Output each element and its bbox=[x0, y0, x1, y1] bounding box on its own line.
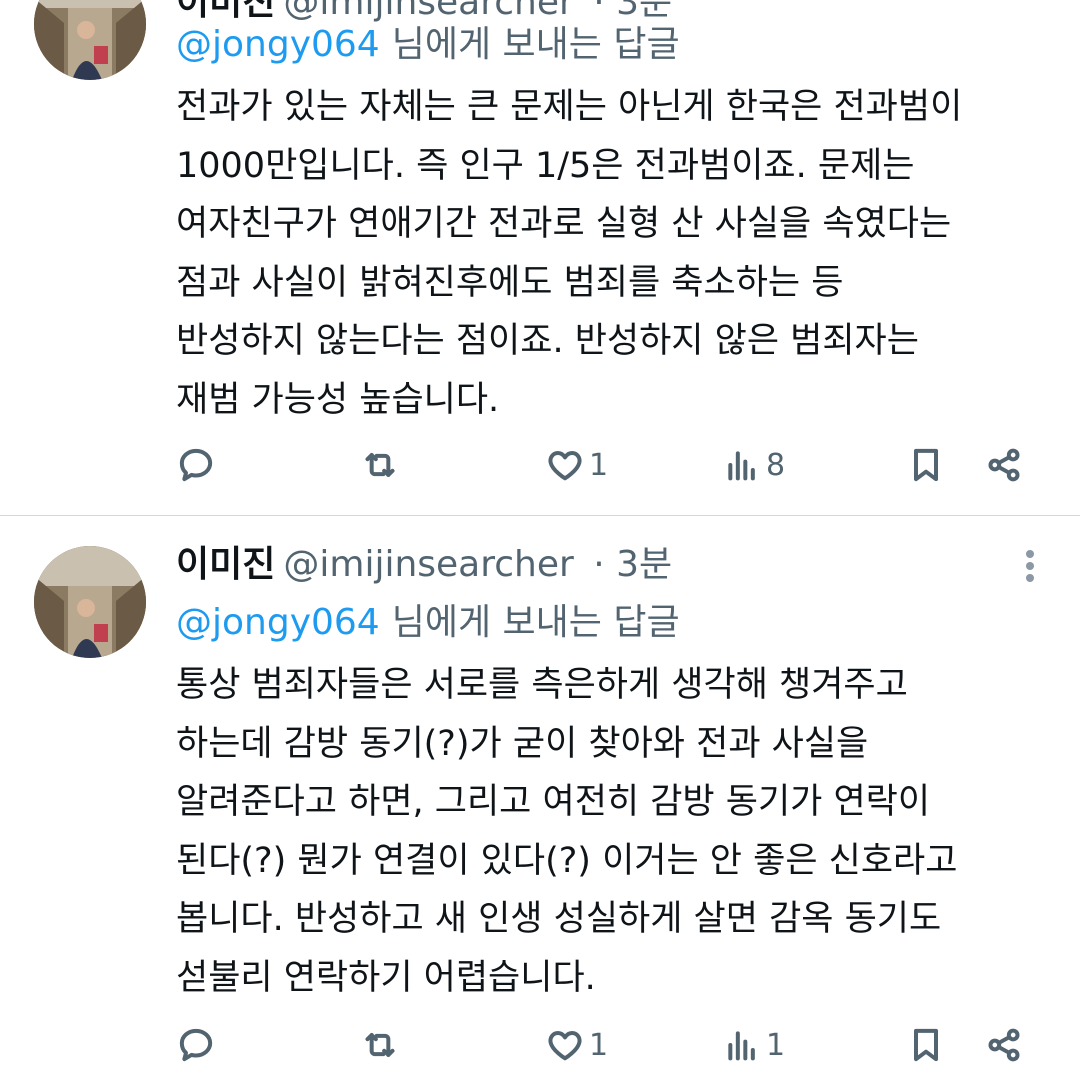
tweet-text-line: 반성하지 않는다는 점이죠. 반성하지 않은 범죄자는 bbox=[176, 321, 919, 361]
like-button[interactable]: 1 bbox=[545, 1020, 608, 1070]
tweet-text-line: 전과가 있는 자체는 큰 문제는 아닌게 한국은 전과범이 bbox=[176, 87, 963, 127]
share-icon bbox=[988, 1028, 1020, 1062]
tweet-text-line: 봅니다. 반성하고 새 인생 성실하게 살면 감옥 동기도 bbox=[176, 899, 942, 939]
tweet-text: 전과가 있는 자체는 큰 문제는 아닌게 한국은 전과범이 1000만입니다. … bbox=[176, 78, 1056, 429]
like-count: 1 bbox=[589, 447, 609, 483]
retweet-button[interactable] bbox=[360, 1020, 404, 1070]
tweet-text-line: 섣불리 연락하기 어렵습니다. bbox=[176, 957, 596, 998]
reply-icon bbox=[179, 448, 213, 482]
action-bar: 1 8 bbox=[0, 440, 1080, 490]
views-button[interactable]: 1 bbox=[722, 1020, 785, 1070]
handle[interactable]: @imijinsearcher bbox=[283, 544, 573, 585]
heart-icon bbox=[548, 1031, 582, 1061]
avatar-photo bbox=[34, 546, 146, 658]
tweet-text-line: 1000만입니다. 즉 인구 1/5은 전과범이죠. 문제는 bbox=[176, 145, 915, 186]
like-count: 1 bbox=[589, 1027, 609, 1063]
bookmark-button[interactable] bbox=[906, 1020, 946, 1070]
share-button[interactable] bbox=[984, 1020, 1024, 1070]
views-button[interactable]: 8 bbox=[722, 440, 785, 490]
tweet-text-line: 알려준다고 하면, 그리고 여전히 감방 동기가 연락이 bbox=[176, 782, 931, 822]
tweet-1[interactable]: 이미진 @imijinsearcher · 3분 @jongy064 님에게 보내는… bbox=[0, 0, 1080, 515]
reply-context: @jongy064 님에게 보내는 답글 bbox=[176, 20, 680, 70]
bookmark-icon bbox=[914, 448, 938, 482]
display-name[interactable]: 이미진 bbox=[176, 544, 275, 585]
more-options-button[interactable] bbox=[1024, 546, 1036, 586]
reply-suffix: 님에게 보내는 답글 bbox=[391, 24, 680, 65]
more-dots-icon bbox=[1026, 550, 1034, 558]
heart-icon bbox=[548, 451, 582, 481]
reply-suffix: 님에게 보내는 답글 bbox=[391, 602, 680, 643]
retweet-button[interactable] bbox=[360, 440, 404, 490]
tweet-text-line: 재범 가능성 높습니다. bbox=[176, 379, 500, 420]
reply-icon bbox=[179, 1028, 213, 1062]
tweet-2[interactable]: 이미진 @imijinsearcher · 3분 @jongy064 님에게 보내는… bbox=[0, 516, 1080, 1080]
views-icon bbox=[728, 1031, 755, 1061]
timestamp[interactable]: · 3분 bbox=[593, 544, 672, 585]
reply-button[interactable] bbox=[176, 1020, 220, 1070]
tweet-text-line: 하는데 감방 동기(?)가 굳이 찾아와 전과 사실을 bbox=[176, 723, 869, 764]
action-bar: 1 1 bbox=[0, 1020, 1080, 1070]
bookmark-icon bbox=[914, 1028, 938, 1062]
tweet-text-line: 된다(?) 뭔가 연결이 있다(?) 이거는 안 좋은 신호라고 bbox=[176, 840, 958, 881]
reply-button[interactable] bbox=[176, 440, 220, 490]
views-count: 1 bbox=[766, 1027, 786, 1063]
retweet-icon bbox=[365, 1033, 395, 1057]
avatar[interactable] bbox=[34, 546, 146, 658]
tweet-text-line: 여자친구가 연애기간 전과로 실형 산 사실을 속였다는 bbox=[176, 204, 952, 244]
avatar-photo bbox=[34, 0, 146, 80]
tweet-header: 이미진 @imijinsearcher · 3분 bbox=[176, 540, 672, 590]
retweet-icon bbox=[365, 453, 395, 477]
reply-mention-link[interactable]: @jongy064 bbox=[176, 602, 380, 643]
views-count: 8 bbox=[766, 447, 786, 483]
reply-context: @jongy064 님에게 보내는 답글 bbox=[176, 598, 680, 648]
like-button[interactable]: 1 bbox=[545, 440, 608, 490]
avatar[interactable] bbox=[34, 0, 146, 80]
tweet-text-line: 점과 사실이 밝혀진후에도 범죄를 축소하는 등 bbox=[176, 262, 844, 303]
share-icon bbox=[988, 448, 1020, 482]
share-button[interactable] bbox=[984, 440, 1024, 490]
views-icon bbox=[728, 451, 755, 481]
more-dot bbox=[1026, 562, 1034, 570]
reply-mention-link[interactable]: @jongy064 bbox=[176, 24, 380, 65]
bookmark-button[interactable] bbox=[906, 440, 946, 490]
tweet-text: 통상 범죄자들은 서로를 측은하게 생각해 챙겨주고 하는데 감방 동기(?)가… bbox=[176, 656, 1056, 1007]
more-dot bbox=[1026, 574, 1034, 582]
tweet-text-line: 통상 범죄자들은 서로를 측은하게 생각해 챙겨주고 bbox=[176, 665, 908, 705]
